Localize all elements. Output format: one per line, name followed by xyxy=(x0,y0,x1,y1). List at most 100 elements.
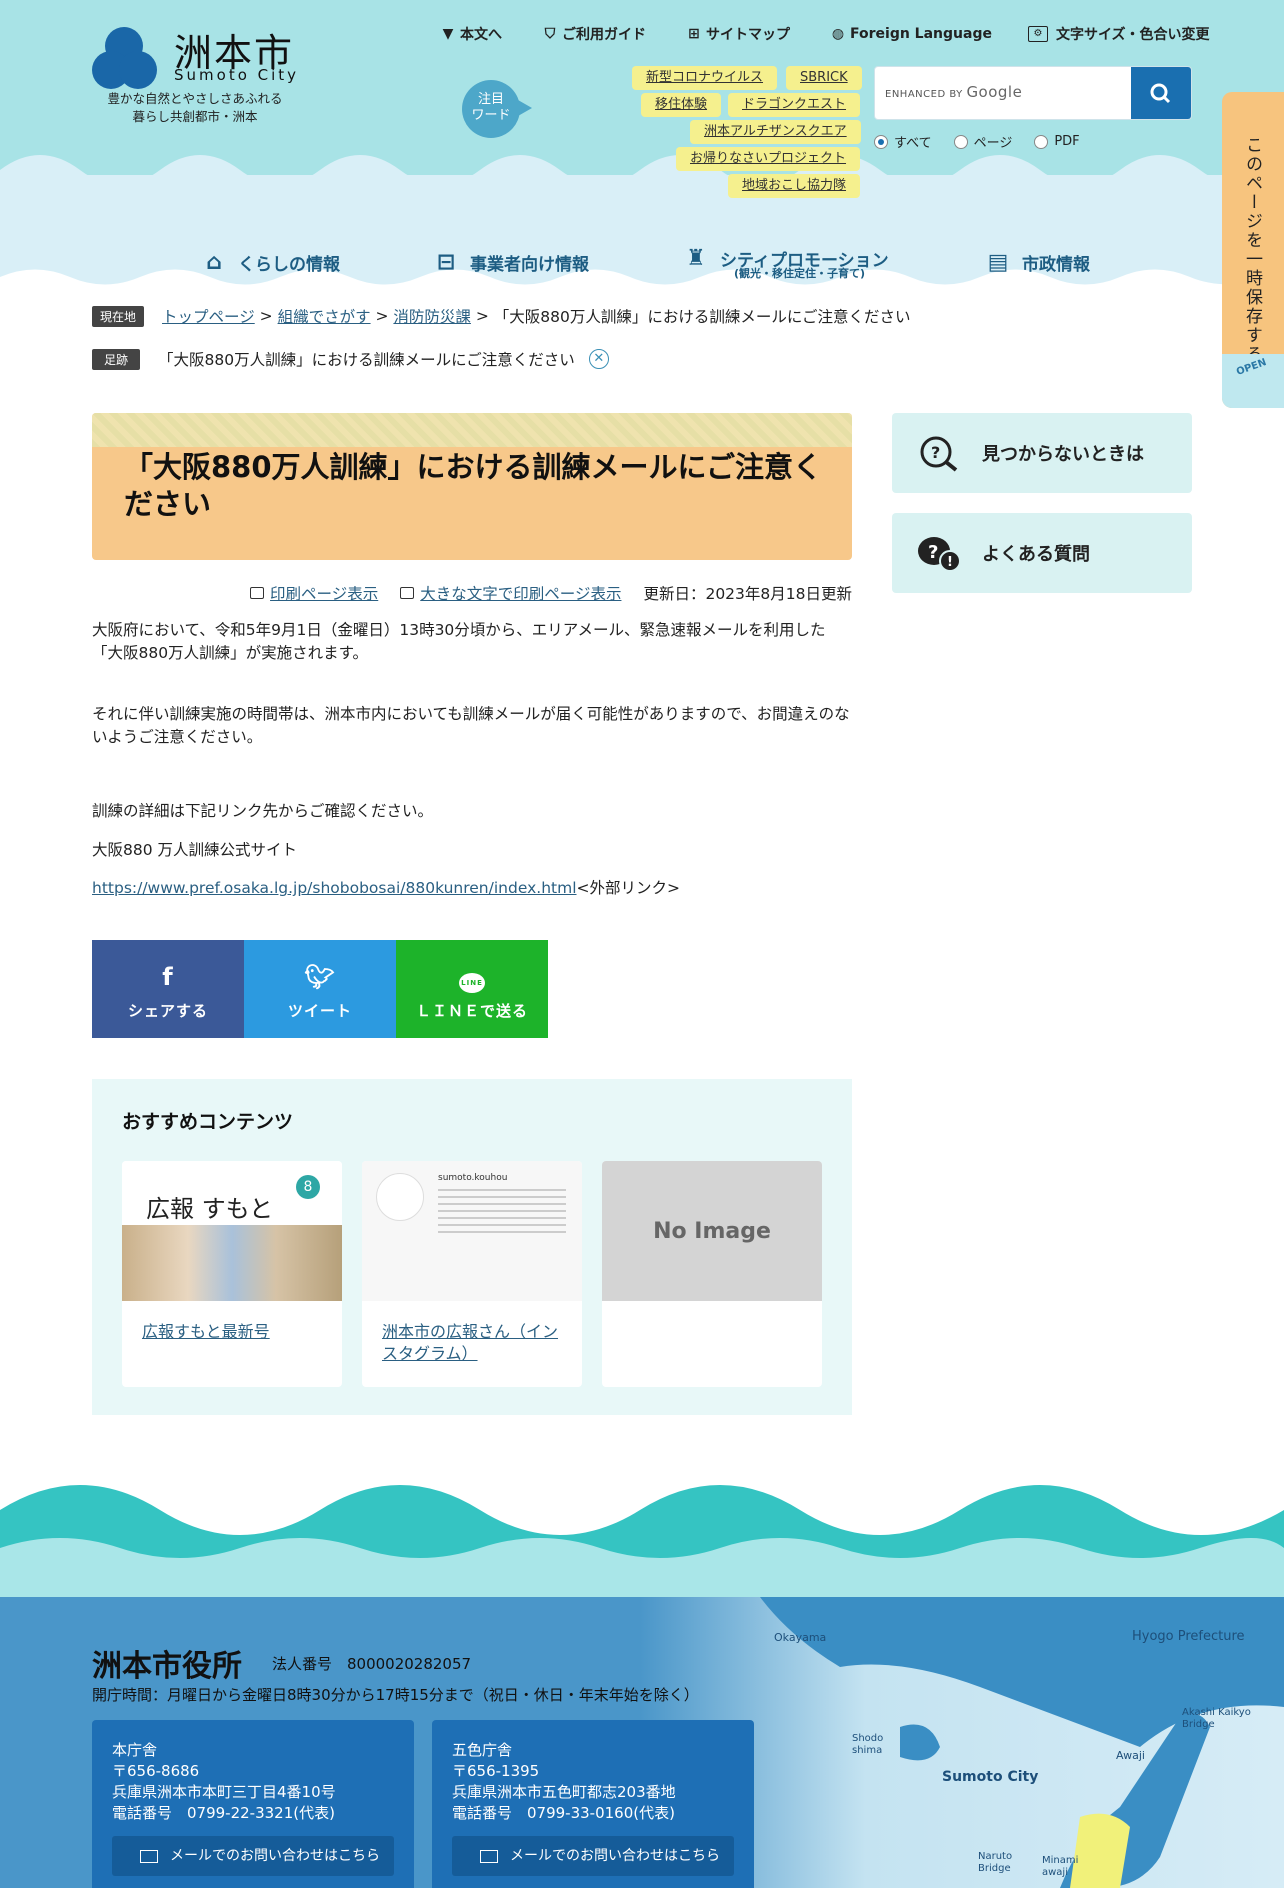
text-size-color-link[interactable]: ⚙ 文字サイズ・色合い変更 xyxy=(1027,24,1210,44)
main-office-mail-button[interactable]: メールでのお問い合わせはこちら xyxy=(112,1836,394,1876)
footer-opening-hours: 開庁時間：月曜日から金曜日8時30分から17時15分まで（祝日・休日・年末年始を… xyxy=(92,1686,699,1704)
logo-caption: 豊かな自然とやさしさあふれる 暮らし共創都市・洲本 xyxy=(100,90,290,126)
faq-label: よくある質問 xyxy=(982,544,1090,565)
facebook-share-button[interactable]: f シェアする xyxy=(92,940,244,1038)
nav-living-info[interactable]: ⌂ くらしの情報 xyxy=(200,250,340,275)
goshiki-office-mail-button[interactable]: メールでのお問い合わせはこちら xyxy=(452,1836,734,1876)
logo-english: Sumoto City xyxy=(174,66,300,84)
external-site-link[interactable]: https://www.pref.osaka.lg.jp/shobobosai/… xyxy=(92,879,577,897)
building-icon: ▤ xyxy=(987,249,1009,275)
recommended-title: おすすめコンテンツ xyxy=(122,1111,294,1133)
main-office-zip: 〒656-8686 xyxy=(112,1762,200,1780)
tag-sbrick[interactable]: SBRICK xyxy=(786,66,862,90)
sitemap-link[interactable]: ⊞ サイトマップ xyxy=(686,24,790,44)
facebook-icon: f xyxy=(162,963,174,991)
featured-words-bubble: 注目 ワード xyxy=(462,80,532,138)
search-google-label: Google xyxy=(966,83,1023,101)
search-scope-all[interactable]: すべて xyxy=(874,132,932,151)
external-link-note: <外部リンク> xyxy=(576,879,680,897)
updated-date: 更新日：2023年8月18日更新 xyxy=(643,585,852,603)
not-found-help-button[interactable]: ? 見つからないときは xyxy=(892,413,1192,493)
printer-icon xyxy=(250,587,265,599)
tag-artisan-square[interactable]: 洲本アルチザンスクエア xyxy=(690,120,861,144)
skip-to-content-link[interactable]: ▼ 本文へ xyxy=(440,24,502,44)
recommended-card-instagram[interactable]: sumoto.kouhou 洲本市の広報さん（インスタグラム） xyxy=(362,1161,582,1387)
logo-caption-line-1: 豊かな自然とやさしさあふれる xyxy=(107,91,283,106)
nav-city-government[interactable]: ▤ 市政情報 xyxy=(984,250,1090,275)
briefcase-icon: ⊟ xyxy=(436,249,456,275)
search-input[interactable]: ENHANCED BY Google xyxy=(885,83,1125,105)
search-scope-all-label: すべて xyxy=(894,136,932,151)
map-label-naruto-bridge: Naruto Bridge xyxy=(978,1851,1013,1874)
print-large-page-link[interactable]: 大きな文字で印刷ページ表示 xyxy=(420,582,621,604)
twitter-share-button[interactable]: 🐦︎ ツイート xyxy=(244,940,396,1038)
sitemap-label: サイトマップ xyxy=(706,27,790,43)
map-label-hyogo: Hyogo Prefecture xyxy=(1132,1629,1245,1644)
global-nav: ⌂ くらしの情報 ⊟ 事業者向け情報 ♜ シティプロモーション ▤ 市政情報 xyxy=(0,246,1284,284)
svg-text:?: ? xyxy=(931,443,940,462)
tag-corona[interactable]: 新型コロナウイルス xyxy=(632,66,778,90)
site-logo[interactable]: 洲本市 Sumoto City 豊かな自然とやさしさあふれる 暮らし共創都市・洲… xyxy=(0,0,300,130)
breadcrumb-separator: > xyxy=(370,307,394,325)
mail-icon xyxy=(140,1849,158,1863)
footprint: 足跡 「大阪880万人訓練」における訓練メールにご注意ください ✕ xyxy=(92,348,609,370)
main-office-mail-label: メールでのお問い合わせはこちら xyxy=(170,1847,380,1864)
breadcrumb-link-organization[interactable]: 組織でさがす xyxy=(278,305,371,327)
line-icon: LINE xyxy=(396,962,548,993)
breadcrumb-label: 現在地 xyxy=(92,305,145,327)
usage-guide-label: ご利用ガイド xyxy=(562,27,646,43)
text-size-color-label: 文字サイズ・色合い変更 xyxy=(1055,27,1210,43)
kouhou-issue-badge: 8 xyxy=(296,1175,320,1199)
site-search: ENHANCED BY Google xyxy=(874,66,1192,120)
search-button[interactable] xyxy=(1131,67,1191,119)
radio-icon xyxy=(1034,134,1049,149)
map-label-shodoshima: Shodo shima xyxy=(852,1733,884,1756)
featured-words-line-2: ワード xyxy=(471,108,511,123)
nav-business-info[interactable]: ⊟ 事業者向け情報 xyxy=(432,250,589,275)
recommended-card-kouhou[interactable]: 広報 すもと 8 広報すもと最新号 xyxy=(122,1161,342,1387)
save-page-tab[interactable]: このページを一時保存する OPEN xyxy=(1222,92,1284,408)
faq-button[interactable]: ?! よくある質問 xyxy=(892,513,1192,593)
guide-icon: ⛉ xyxy=(544,26,556,42)
search-scope-page[interactable]: ページ xyxy=(953,132,1012,151)
goshiki-office-mail-label: メールでのお問い合わせはこちら xyxy=(510,1847,720,1864)
breadcrumb-link-fire-department[interactable]: 消防防災課 xyxy=(393,305,471,327)
breadcrumb-separator: > xyxy=(470,307,494,325)
utility-links: ▼ 本文へ ⛉ ご利用ガイド ⊞ サイトマップ ◍ Foreign Language ⚙… xyxy=(440,24,1210,44)
not-found-help-label: 見つからないときは xyxy=(982,444,1144,465)
kouhou-cover-image: 広報 すもと 8 xyxy=(122,1161,342,1301)
nav-living-info-label: くらしの情報 xyxy=(238,255,340,275)
print-page-link[interactable]: 印刷ページ表示 xyxy=(270,582,378,604)
tag-community-cooperation[interactable]: 地域おこし協力隊 xyxy=(728,174,861,198)
map-label-akashi-bridge: Akashi Kaikyo Bridge xyxy=(1182,1707,1251,1730)
nav-city-government-label: 市政情報 xyxy=(1022,255,1090,275)
article-meta: 印刷ページ表示 大きな文字で印刷ページ表示 更新日：2023年8月18日更新 xyxy=(92,582,852,604)
footer-wave xyxy=(0,1485,1284,1600)
tag-dragon-quest[interactable]: ドラゴンクエスト xyxy=(728,93,861,117)
breadcrumb-link-top[interactable]: トップページ xyxy=(162,305,255,327)
printer-icon xyxy=(400,587,415,599)
tag-welcome-home[interactable]: お帰りなさいプロジェクト xyxy=(676,147,861,171)
article-paragraph-4: 大阪880 万人訓練公式サイト xyxy=(92,841,298,859)
recommended-card-instagram-caption: 洲本市の広報さん（インスタグラム） xyxy=(382,1322,559,1363)
footprint-item[interactable]: 「大阪880万人訓練」における訓練メールにご注意ください xyxy=(158,348,575,370)
title-pattern xyxy=(92,413,852,447)
foreign-language-link[interactable]: ◍ Foreign Language xyxy=(830,24,992,44)
line-share-button[interactable]: LINE ＬＩＮＥで送る xyxy=(396,940,548,1038)
map-label-sumoto: Sumoto City xyxy=(942,1769,1039,1785)
radio-icon xyxy=(953,134,968,149)
svg-text:?: ? xyxy=(928,542,938,563)
usage-guide-link[interactable]: ⛉ ご利用ガイド xyxy=(542,24,646,44)
save-page-tab-label: このページを一時保存する xyxy=(1242,136,1262,364)
page-title-box: 「大阪880万人訓練」における訓練メールにご注意ください xyxy=(92,413,852,560)
map-label-okayama: Okayama xyxy=(774,1631,827,1644)
footer-city-hall-name: 洲本市役所 xyxy=(92,1649,242,1684)
site-footer: Okayama Hyogo Prefecture Akashi Kaikyo B… xyxy=(0,1597,1284,1888)
tag-relocation-trial[interactable]: 移住体験 xyxy=(641,93,722,117)
main-office-card: 本庁舎 〒656-8686 兵庫県洲本市本町三丁目4番10号 電話番号 0799… xyxy=(92,1720,414,1888)
search-scope-pdf[interactable]: PDF xyxy=(1034,132,1080,151)
close-icon[interactable]: ✕ xyxy=(588,349,609,369)
foreign-language-label: Foreign Language xyxy=(850,26,992,42)
share-buttons: f シェアする 🐦︎ ツイート LINE ＬＩＮＥで送る xyxy=(92,940,548,1038)
text-size-icon: ⚙ xyxy=(1027,26,1048,42)
